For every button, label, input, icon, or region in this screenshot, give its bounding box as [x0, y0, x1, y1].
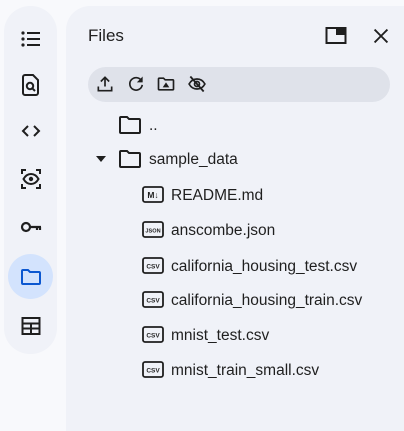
file-name: README.md — [171, 187, 264, 204]
side-rail — [4, 6, 57, 354]
folder-icon — [119, 150, 141, 168]
data-table-button[interactable] — [8, 303, 53, 348]
files-toolbar — [88, 67, 390, 102]
file-row[interactable]: CSV mnist_train_small.csv — [66, 355, 404, 385]
code-snippets-button[interactable] — [8, 108, 53, 153]
secrets-key-icon — [20, 221, 41, 232]
move-panel-button[interactable] — [322, 22, 350, 50]
toggle-hidden-files-button[interactable] — [185, 72, 209, 96]
svg-text:CSV: CSV — [146, 368, 160, 375]
upload-icon — [97, 76, 113, 92]
files-button[interactable] — [8, 254, 53, 299]
svg-text:JSON: JSON — [145, 228, 160, 234]
json-file-icon: JSON — [142, 221, 164, 238]
refresh-button[interactable] — [124, 72, 148, 96]
csv-file-icon: CSV — [142, 326, 164, 343]
svg-text:M↓: M↓ — [147, 190, 158, 200]
find-replace-icon — [21, 73, 39, 96]
file-name: california_housing_train.csv — [171, 292, 363, 309]
file-row[interactable]: CSV california_housing_train.csv — [66, 285, 404, 315]
find-replace-button[interactable] — [8, 62, 53, 107]
variables-button[interactable] — [8, 156, 53, 201]
csv-file-icon: CSV — [142, 361, 164, 378]
close-panel-button[interactable] — [367, 22, 395, 50]
hide-hidden-files-icon — [188, 75, 206, 93]
file-row[interactable]: M↓ README.md — [66, 180, 404, 210]
close-icon — [373, 28, 389, 44]
file-row[interactable]: CSV mnist_test.csv — [66, 320, 404, 350]
parent-directory-row[interactable]: .. — [66, 110, 404, 140]
folder-label: sample_data — [149, 151, 238, 168]
refresh-icon — [128, 76, 144, 91]
folder-icon — [119, 116, 141, 134]
svg-text:CSV: CSV — [146, 264, 160, 271]
mount-drive-button[interactable] — [154, 72, 178, 96]
svg-text:CSV: CSV — [146, 298, 160, 305]
upload-button[interactable] — [93, 72, 117, 96]
file-row[interactable]: CSV california_housing_test.csv — [66, 251, 404, 281]
data-table-icon — [21, 316, 40, 335]
open-in-tab-icon — [325, 27, 347, 44]
files-panel: Files .. sample_data M↓ README.md JSON a… — [66, 6, 404, 431]
expand-arrow-icon[interactable] — [94, 152, 108, 166]
markdown-file-icon: M↓ — [142, 186, 164, 203]
files-folder-icon — [20, 268, 41, 285]
variables-eye-icon — [20, 168, 41, 189]
file-name: mnist_train_small.csv — [171, 362, 320, 379]
file-name: anscombe.json — [171, 222, 276, 239]
file-name: mnist_test.csv — [171, 327, 270, 344]
parent-directory-label: .. — [149, 117, 158, 134]
mount-drive-icon — [157, 77, 175, 91]
file-name: california_housing_test.csv — [171, 258, 358, 275]
csv-file-icon: CSV — [142, 291, 164, 308]
secrets-button[interactable] — [8, 204, 53, 249]
code-snippets-icon — [21, 124, 40, 137]
table-of-contents-icon — [20, 30, 40, 47]
panel-title: Files — [88, 26, 124, 45]
file-row[interactable]: JSON anscombe.json — [66, 215, 404, 245]
table-of-contents-button[interactable] — [8, 16, 53, 61]
csv-file-icon: CSV — [142, 257, 164, 274]
folder-row-sample-data[interactable]: sample_data — [66, 144, 404, 174]
svg-text:CSV: CSV — [146, 333, 160, 340]
